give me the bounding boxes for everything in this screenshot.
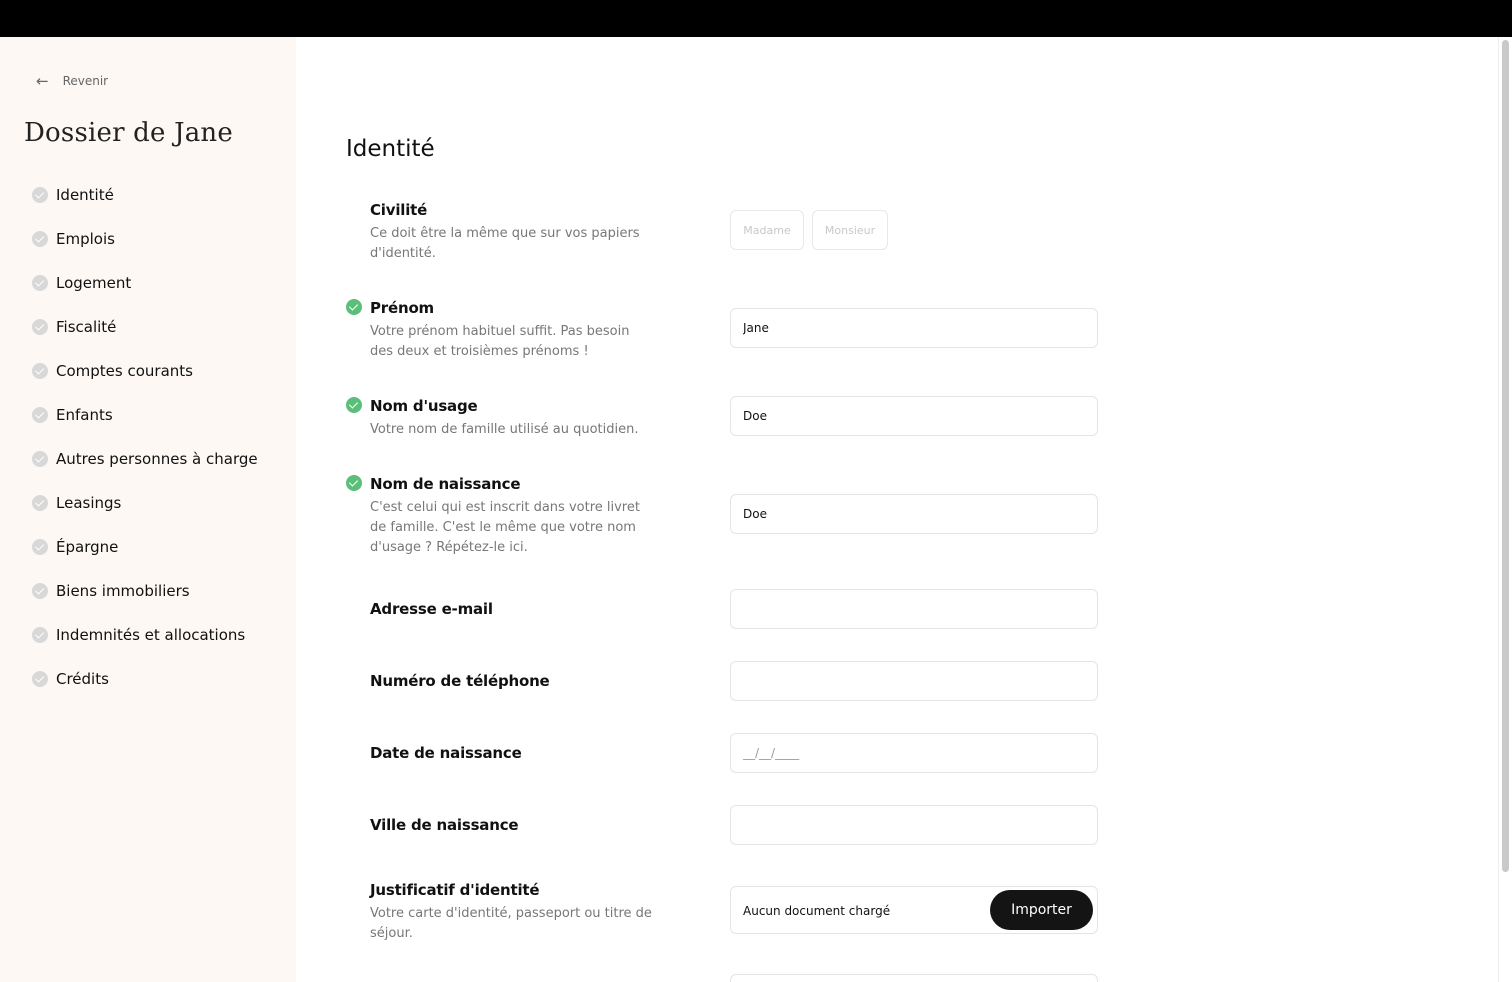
civilite-label: Civilité bbox=[370, 201, 428, 219]
sidebar-item-label: Emplois bbox=[56, 230, 115, 248]
sidebar-item-label: Identité bbox=[56, 186, 114, 204]
check-icon bbox=[32, 451, 48, 467]
sidebar-item-enfants[interactable]: Enfants bbox=[32, 406, 113, 424]
sidebar-item-biens-immobiliers[interactable]: Biens immobiliers bbox=[32, 582, 190, 600]
arrow-left-icon: ← bbox=[36, 72, 49, 90]
sidebar-item-epargne[interactable]: Épargne bbox=[32, 538, 118, 556]
upload-status: Aucun document chargé bbox=[743, 904, 891, 918]
nom-naissance-input[interactable] bbox=[730, 494, 1098, 534]
check-icon bbox=[346, 475, 362, 491]
check-icon bbox=[32, 319, 48, 335]
sidebar-item-identite[interactable]: Identité bbox=[32, 186, 114, 204]
email-input[interactable] bbox=[730, 589, 1098, 629]
check-icon bbox=[32, 275, 48, 291]
email-label: Adresse e-mail bbox=[370, 600, 493, 618]
telephone-input[interactable] bbox=[730, 661, 1098, 701]
sidebar-item-emplois[interactable]: Emplois bbox=[32, 230, 115, 248]
check-icon bbox=[32, 627, 48, 643]
sidebar-item-label: Indemnités et allocations bbox=[56, 626, 246, 644]
check-icon bbox=[32, 495, 48, 511]
browser-top-bar bbox=[0, 0, 1512, 37]
sidebar-item-label: Biens immobiliers bbox=[56, 582, 190, 600]
page-title: Identité bbox=[346, 136, 435, 162]
nom-naissance-label: Nom de naissance bbox=[370, 475, 521, 493]
check-icon bbox=[32, 539, 48, 555]
sidebar-item-indemnites[interactable]: Indemnités et allocations bbox=[32, 626, 245, 644]
import-button[interactable]: Importer bbox=[990, 890, 1093, 930]
back-label: Revenir bbox=[62, 74, 109, 88]
sidebar-item-comptes-courants[interactable]: Comptes courants bbox=[32, 362, 193, 380]
sidebar-item-label: Leasings bbox=[56, 494, 122, 512]
next-input[interactable] bbox=[730, 974, 1098, 982]
justificatif-label: Justificatif d'identité bbox=[370, 881, 540, 899]
dossier-title: Dossier de Jane bbox=[24, 118, 233, 148]
civilite-help: Ce doit être la même que sur vos papiers… bbox=[370, 226, 640, 261]
date-naissance-input[interactable] bbox=[730, 733, 1098, 773]
sidebar-item-leasings[interactable]: Leasings bbox=[32, 494, 121, 512]
justificatif-help: Votre carte d'identité, passeport ou tit… bbox=[370, 906, 652, 941]
sidebar-item-label: Crédits bbox=[56, 670, 109, 688]
sidebar-item-autres-personnes[interactable]: Autres personnes à charge bbox=[32, 450, 258, 468]
sidebar-item-label: Enfants bbox=[56, 406, 113, 424]
ville-naissance-label: Ville de naissance bbox=[370, 816, 519, 834]
prenom-input[interactable] bbox=[730, 308, 1098, 348]
check-icon bbox=[32, 231, 48, 247]
nom-usage-input[interactable] bbox=[730, 396, 1098, 436]
check-icon bbox=[346, 397, 362, 413]
sidebar-item-label: Fiscalité bbox=[56, 318, 117, 336]
sidebar-item-label: Logement bbox=[56, 274, 132, 292]
back-link[interactable]: ← Revenir bbox=[36, 72, 108, 90]
madame-option[interactable]: Madame bbox=[730, 210, 804, 250]
scrollbar-thumb[interactable] bbox=[1502, 40, 1509, 872]
check-icon bbox=[32, 671, 48, 687]
document-upload-field: Aucun document chargé Importer bbox=[730, 886, 1098, 934]
ville-naissance-input[interactable] bbox=[730, 805, 1098, 845]
telephone-label: Numéro de téléphone bbox=[370, 672, 550, 690]
sidebar-item-fiscalite[interactable]: Fiscalité bbox=[32, 318, 116, 336]
prenom-help: Votre prénom habituel suffit. Pas besoin… bbox=[370, 324, 630, 359]
date-naissance-label: Date de naissance bbox=[370, 744, 522, 762]
nom-usage-help: Votre nom de famille utilisé au quotidie… bbox=[370, 422, 639, 437]
sidebar-item-label: Épargne bbox=[56, 538, 119, 556]
nom-usage-label: Nom d'usage bbox=[370, 397, 478, 415]
check-icon bbox=[32, 187, 48, 203]
check-icon bbox=[32, 407, 48, 423]
check-icon bbox=[32, 363, 48, 379]
check-icon bbox=[346, 299, 362, 315]
sidebar-item-label: Autres personnes à charge bbox=[56, 450, 258, 468]
nom-naissance-help: C'est celui qui est inscrit dans votre l… bbox=[370, 500, 640, 555]
prenom-label: Prénom bbox=[370, 299, 434, 317]
check-icon bbox=[32, 583, 48, 599]
monsieur-option[interactable]: Monsieur bbox=[812, 210, 888, 250]
sidebar-item-logement[interactable]: Logement bbox=[32, 274, 131, 292]
sidebar-item-credits[interactable]: Crédits bbox=[32, 670, 109, 688]
sidebar-item-label: Comptes courants bbox=[56, 362, 193, 380]
